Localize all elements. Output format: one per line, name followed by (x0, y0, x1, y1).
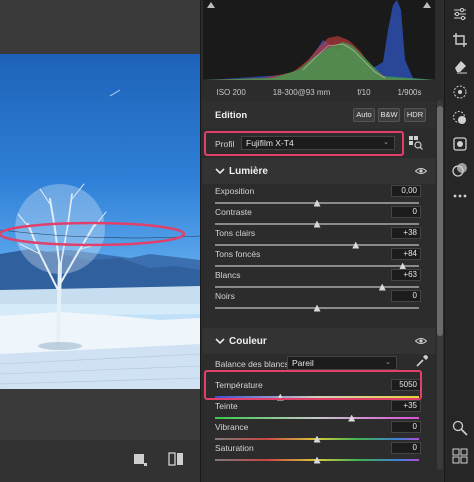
photo-preview[interactable] (0, 54, 200, 389)
slider-value-field[interactable]: +38 (391, 227, 421, 239)
clipping-warning-shadows-icon[interactable] (207, 2, 215, 8)
raw-editor-window: ISO 200 18-300@93 mm f/10 1/900s Edition… (0, 0, 474, 482)
focal-length-value: 18-300@93 mm (272, 87, 331, 97)
slider-label: Noirs (215, 291, 235, 301)
slider-thumb[interactable] (348, 414, 356, 422)
image-canvas-area (0, 0, 200, 482)
bw-button[interactable]: B&W (378, 108, 400, 122)
chevron-down-icon: ⌄ (385, 359, 391, 366)
slider-label: Tons clairs (215, 228, 256, 238)
slider-thumb[interactable] (378, 283, 386, 291)
auto-button[interactable]: Auto (353, 108, 375, 122)
slider-value-field[interactable]: +35 (391, 400, 421, 412)
slider-thumb[interactable] (313, 220, 321, 228)
slider-label: Saturation (215, 443, 254, 453)
mask-icon[interactable] (452, 110, 468, 126)
eye-icon[interactable] (415, 167, 427, 175)
slider-label: Vibrance (215, 422, 249, 432)
slider-value-field[interactable]: 0 (391, 206, 421, 218)
compare-view-icon[interactable] (132, 452, 148, 468)
slider-track[interactable] (215, 199, 419, 207)
grid-view-icon[interactable] (452, 448, 468, 464)
edition-title: Edition (215, 110, 248, 121)
iso-value: ISO 200 (216, 87, 246, 97)
shutter-speed-value: 1/900s (397, 87, 422, 97)
slider-track[interactable] (215, 220, 419, 228)
exif-info-bar: ISO 200 18-300@93 mm f/10 1/900s (203, 84, 435, 100)
slider-thumb[interactable] (352, 241, 360, 249)
edit-sliders-icon[interactable] (452, 6, 468, 22)
slider-track[interactable] (215, 414, 419, 422)
hdr-button[interactable]: HDR (404, 108, 426, 122)
slider-thumb[interactable] (313, 304, 321, 312)
profile-browser-icon[interactable] (409, 136, 423, 150)
profile-highlight (204, 131, 404, 156)
histogram (203, 0, 435, 80)
slider-value-field[interactable]: +84 (391, 248, 421, 260)
eyedropper-icon[interactable] (415, 354, 429, 368)
presets-icon[interactable] (452, 162, 468, 178)
slider-thumb[interactable] (313, 199, 321, 207)
slider-track[interactable] (215, 241, 419, 249)
lumiere-section-header[interactable]: Lumière (203, 158, 435, 184)
red-eye-icon[interactable] (452, 84, 468, 100)
slider-track[interactable] (215, 283, 419, 291)
aperture-value: f/10 (357, 87, 371, 97)
remove-tool-icon[interactable] (452, 136, 468, 152)
white-balance-select[interactable]: Pareil ⌄ (287, 356, 397, 370)
couleur-section-header[interactable]: Couleur (203, 328, 435, 354)
more-options-icon[interactable] (452, 188, 468, 204)
slider-value-field[interactable]: 0 (391, 421, 421, 433)
histogram-graph (203, 0, 435, 80)
winter-landscape-image (0, 89, 200, 389)
chevron-down-icon (215, 168, 225, 175)
edition-header: Edition (203, 102, 435, 128)
slider-label: Tons foncés (215, 249, 261, 259)
slider-label: Teinte (215, 401, 238, 411)
slider-value-field[interactable]: +63 (391, 269, 421, 281)
canvas-bottom-toolbar (0, 440, 200, 482)
crop-icon[interactable] (452, 32, 468, 48)
slider-thumb[interactable] (313, 456, 321, 464)
slider-label: Exposition (215, 186, 255, 196)
white-balance-value: Pareil (292, 358, 314, 368)
clipping-warning-highlights-icon[interactable] (423, 2, 431, 8)
scrollbar-thumb[interactable] (437, 106, 443, 336)
slider-value-field[interactable]: 0,00 (391, 185, 421, 197)
white-balance-label: Balance des blancs (215, 359, 289, 369)
chevron-down-icon (215, 338, 225, 345)
slider-track[interactable] (215, 262, 419, 270)
slider-label: Blancs (215, 270, 241, 280)
zoom-icon[interactable] (452, 420, 468, 436)
slider-track[interactable] (215, 304, 419, 312)
tools-toolbar (444, 0, 474, 482)
slider-track[interactable] (215, 456, 419, 464)
slider-label: Contraste (215, 207, 252, 217)
temperature-highlight (204, 370, 422, 400)
eye-icon[interactable] (415, 337, 427, 345)
panel-scrollbar[interactable] (437, 100, 443, 470)
slider-thumb[interactable] (313, 435, 321, 443)
slider-track[interactable] (215, 435, 419, 443)
slider-value-field[interactable]: 0 (391, 290, 421, 302)
slider-value-field[interactable]: 0 (391, 442, 421, 454)
couleur-title: Couleur (229, 336, 267, 347)
before-after-icon[interactable] (168, 452, 184, 468)
eraser-icon[interactable] (452, 58, 468, 74)
edit-panel: ISO 200 18-300@93 mm f/10 1/900s Edition… (200, 0, 444, 482)
lumiere-title: Lumière (229, 166, 268, 177)
